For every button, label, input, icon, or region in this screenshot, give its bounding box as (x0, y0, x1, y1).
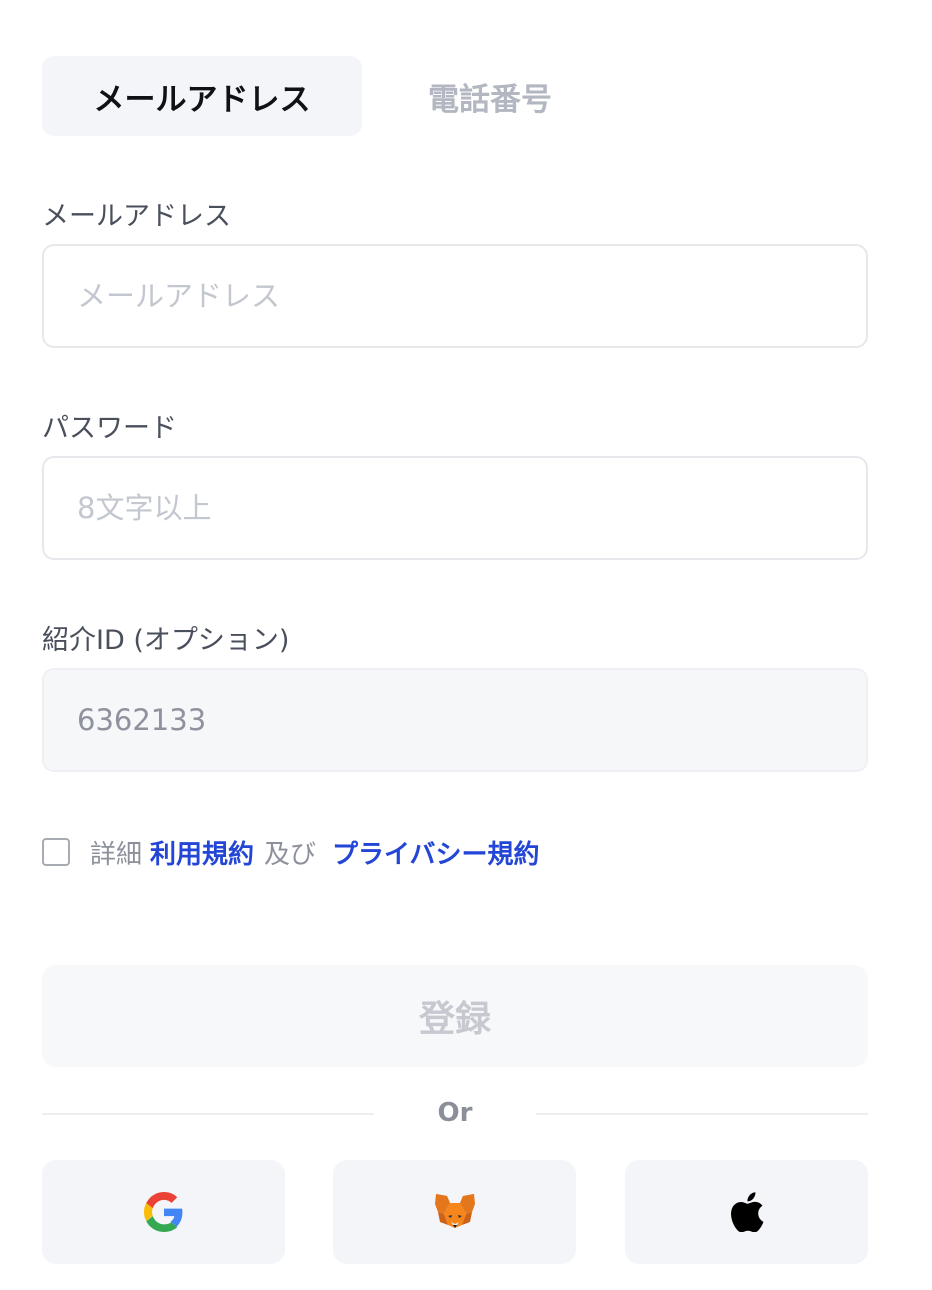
email-input[interactable] (42, 244, 868, 348)
privacy-policy-link[interactable]: プライバシー規約 (332, 834, 539, 871)
apple-icon (730, 1192, 764, 1232)
referral-id-label: 紹介ID (オプション) (42, 625, 290, 656)
terms-conjunction-text: 及び (264, 839, 317, 870)
terms-agreement: 詳細 利用規約 及び プライバシー規約 (42, 834, 540, 870)
signup-method-tabs: メールアドレス 電話番号 (42, 56, 618, 136)
terms-prefix-text: 詳細 (90, 839, 143, 870)
terms-of-use-link[interactable]: 利用規約 (150, 834, 254, 871)
metamask-login-button[interactable] (333, 1160, 576, 1264)
divider-line-left (42, 1113, 374, 1115)
or-divider: Or (42, 1090, 868, 1136)
terms-checkbox[interactable] (42, 838, 70, 866)
google-login-button[interactable] (42, 1160, 285, 1264)
google-icon (143, 1192, 184, 1232)
password-input[interactable] (42, 456, 868, 560)
or-label: Or (437, 1098, 473, 1128)
metamask-fox-icon (434, 1192, 476, 1232)
referral-id-input[interactable] (42, 668, 868, 772)
password-label: パスワード (42, 413, 177, 444)
tab-email[interactable]: メールアドレス (42, 56, 362, 136)
apple-login-button[interactable] (625, 1160, 868, 1264)
divider-line-right (536, 1113, 868, 1115)
register-button[interactable]: 登録 (42, 965, 868, 1067)
tab-phone[interactable]: 電話番号 (362, 56, 618, 136)
email-label: メールアドレス (42, 201, 231, 232)
